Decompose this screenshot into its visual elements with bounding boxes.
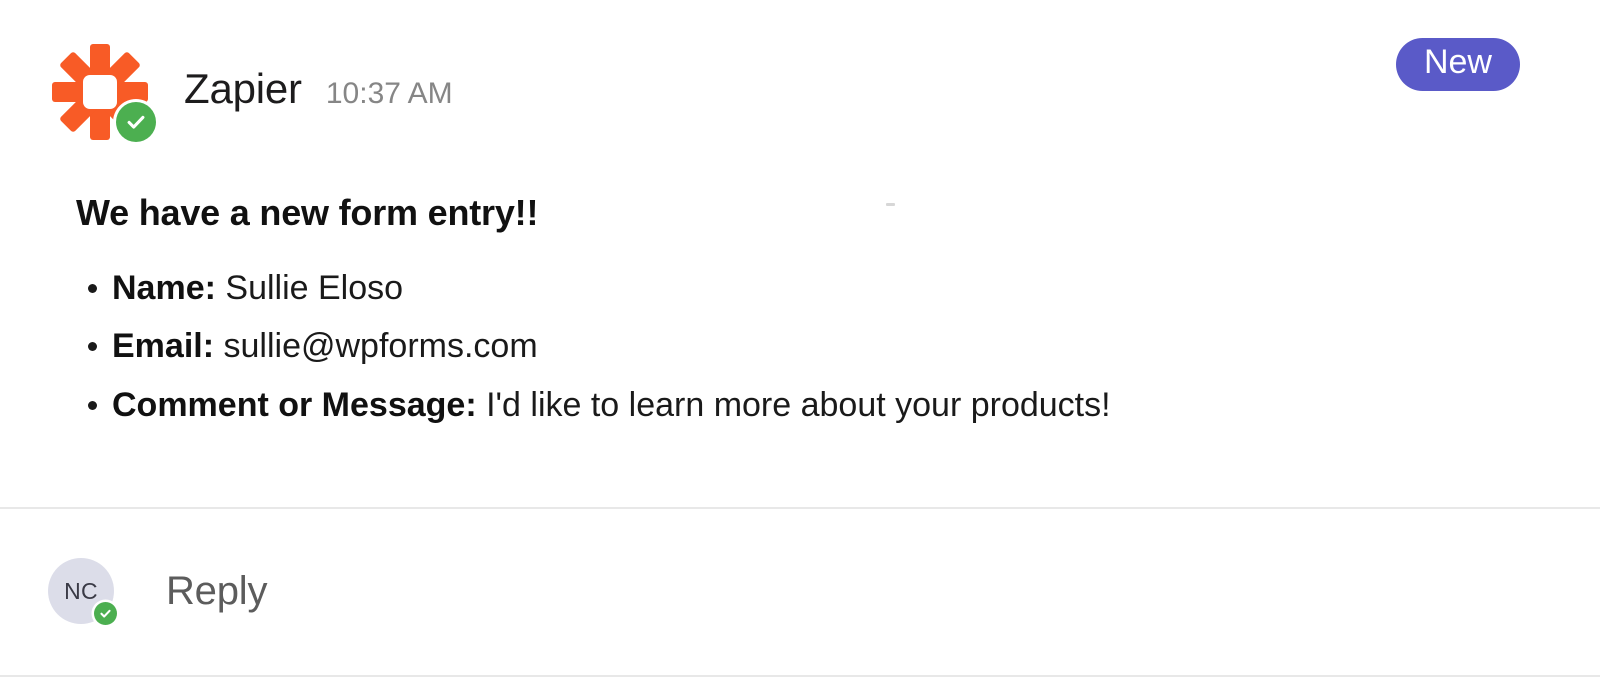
message-body: We have a new form entry!! Name: Sullie … (76, 190, 1520, 436)
reply-row[interactable]: NC Reply (48, 558, 267, 625)
field-label-name: Name: (112, 269, 216, 307)
sender-avatar[interactable] (48, 40, 156, 144)
divider-above-reply (0, 507, 1600, 509)
reply-label[interactable]: Reply (166, 571, 267, 611)
message-header: Zapier 10:37 AM (48, 40, 453, 144)
message-timestamp[interactable]: 10:37 AM (326, 79, 453, 109)
sender-name[interactable]: Zapier (184, 68, 302, 110)
list-item: Email: sullie@wpforms.com (76, 319, 1520, 373)
list-item: Name: Sullie Eloso (76, 261, 1520, 315)
list-item: Comment or Message: I'd like to learn mo… (76, 378, 1520, 432)
field-label-email: Email: (112, 327, 215, 366)
field-label-comment: Comment or Message: (112, 385, 477, 424)
new-status-badge: New (1395, 38, 1520, 92)
reply-avatar[interactable]: NC (48, 558, 117, 625)
divider-bottom (0, 675, 1600, 677)
message-heading: We have a new form entry!! (76, 192, 539, 233)
reply-verified-check-icon (94, 602, 117, 625)
capture-artifact (886, 203, 895, 206)
zapier-message-card: Zapier 10:37 AM New We have a new form e… (0, 0, 1600, 682)
field-value-name: Sullie Eloso (225, 269, 404, 307)
verified-check-icon (116, 102, 156, 142)
sender-line: Zapier 10:37 AM (184, 68, 453, 110)
form-entry-list: Name: Sullie Eloso Email: sullie@wpforms… (76, 261, 1520, 432)
field-value-comment: I'd like to learn more about your produc… (486, 385, 1111, 424)
field-value-email: sullie@wpforms.com (223, 327, 538, 366)
